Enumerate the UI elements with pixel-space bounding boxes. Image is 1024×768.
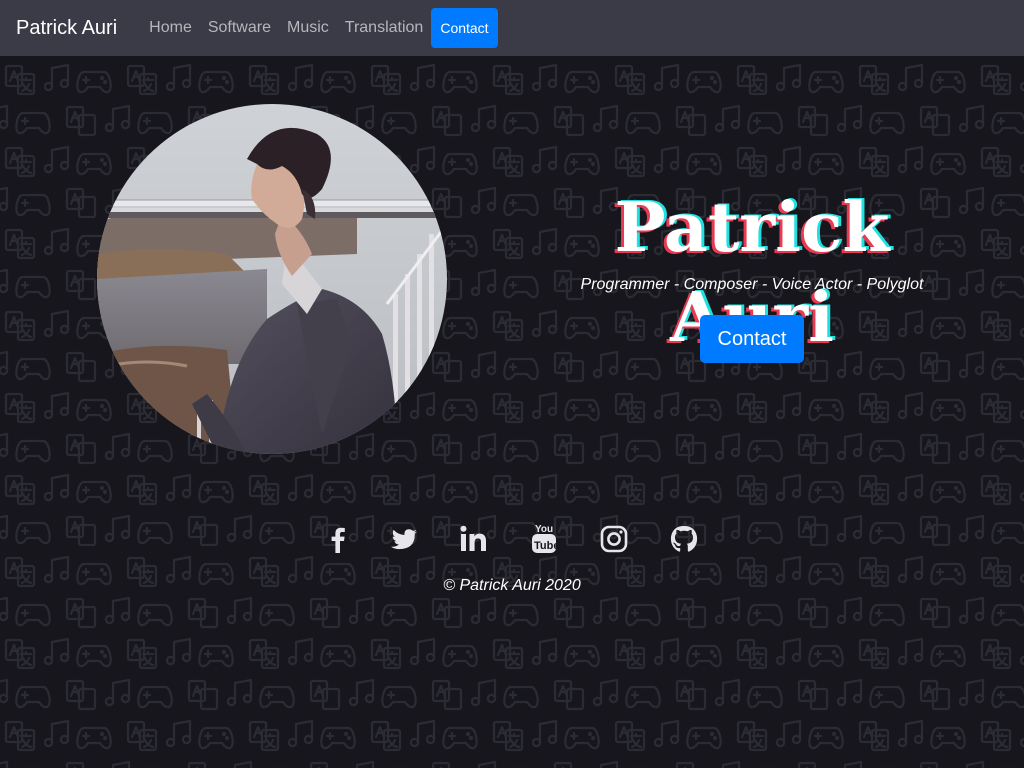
- copyright-text: © Patrick Auri 2020: [443, 577, 581, 594]
- nav-link-software[interactable]: Software: [200, 19, 279, 37]
- svg-text:You: You: [535, 524, 553, 535]
- hero-contact-button[interactable]: Contact: [700, 315, 804, 363]
- nav-link-music[interactable]: Music: [279, 19, 337, 37]
- linkedin-icon[interactable]: [456, 521, 492, 557]
- hero-tagline: Programmer - Composer - Voice Actor - Po…: [580, 276, 924, 293]
- youtube-icon[interactable]: You Tube: [526, 521, 562, 557]
- facebook-icon[interactable]: [320, 521, 356, 557]
- github-icon[interactable]: [666, 521, 702, 557]
- social-links: You Tube: [320, 521, 704, 557]
- svg-text:Tube: Tube: [534, 540, 559, 552]
- nav-link-home[interactable]: Home: [141, 19, 200, 37]
- nav-contact-button[interactable]: Contact: [431, 8, 498, 48]
- instagram-icon[interactable]: [596, 521, 632, 557]
- navbar-brand[interactable]: Patrick Auri: [16, 17, 117, 40]
- twitter-icon[interactable]: [386, 521, 422, 557]
- nav-link-translation[interactable]: Translation: [337, 19, 432, 37]
- navbar: Patrick Auri Home Software Music Transla…: [0, 0, 1024, 56]
- profile-photo: [97, 104, 447, 454]
